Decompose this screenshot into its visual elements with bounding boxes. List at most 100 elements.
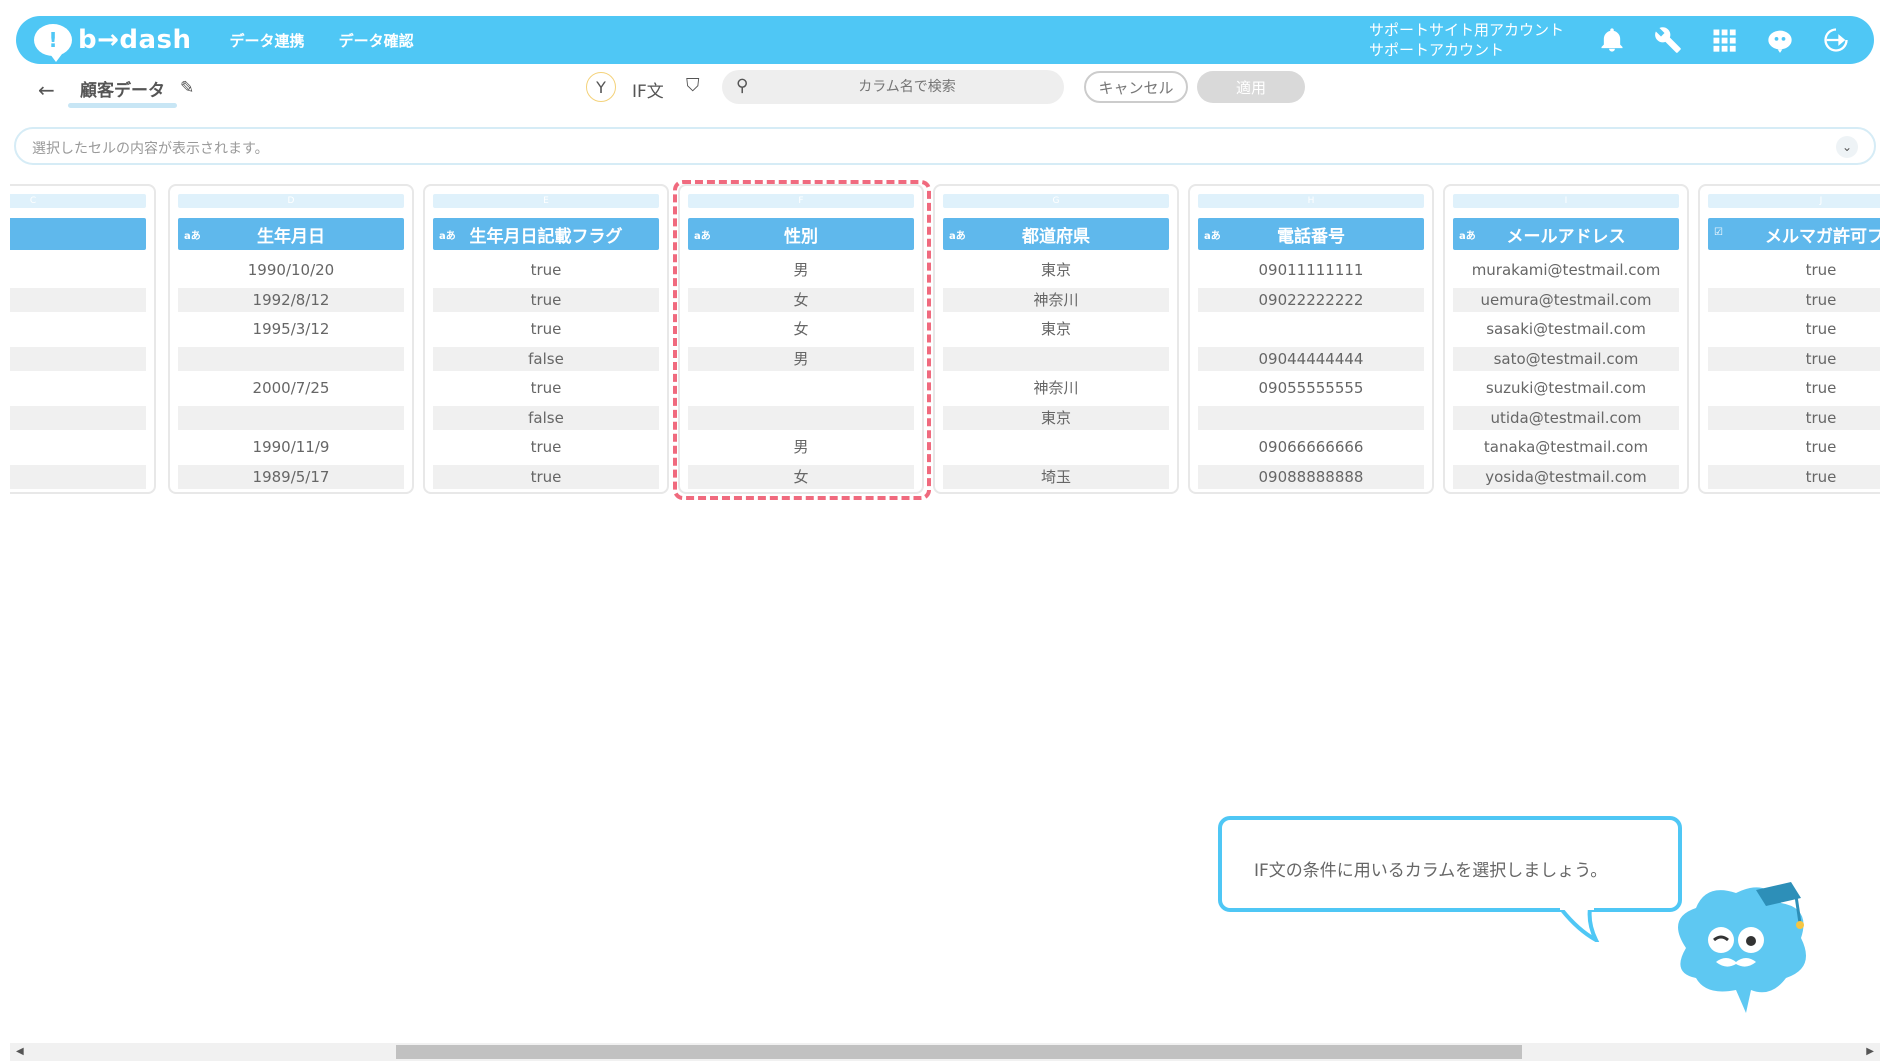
column-header-label: メールアドレス <box>1506 226 1626 247</box>
table-cell[interactable] <box>943 346 1169 371</box>
table-cell[interactable]: utida@testmail.com <box>1453 405 1679 430</box>
table-cell[interactable]: 東京 <box>943 405 1169 430</box>
table-cell[interactable] <box>1198 317 1424 341</box>
table-cell[interactable]: true <box>10 258 146 282</box>
beginner-mark-icon[interactable]: ⛉ <box>686 75 700 96</box>
table-cell[interactable]: 1995/3/12 <box>178 317 404 341</box>
table-cell[interactable]: true <box>10 435 146 459</box>
table-cell[interactable]: suzuki@testmail.com <box>1453 376 1679 400</box>
table-cell[interactable]: 09055555555 <box>1198 376 1424 400</box>
wrench-icon[interactable] <box>1650 22 1686 58</box>
table-cell[interactable]: 埼玉 <box>943 464 1169 489</box>
account-info[interactable]: サポートサイト用アカウント サポートアカウント <box>1369 20 1564 60</box>
scroll-left-icon[interactable]: ◀ <box>16 1046 24 1057</box>
chevron-down-icon[interactable]: ⌄ <box>1836 136 1858 158</box>
table-cell[interactable]: 東京 <box>943 258 1169 282</box>
table-cell[interactable]: true <box>433 376 659 400</box>
column-g[interactable]: Gaあ 都道府県 東京 神奈川 東京 神奈川 東京 埼玉 <box>933 184 1179 494</box>
column-header[interactable]: aあ 都道府県 <box>943 218 1169 250</box>
table-cell[interactable]: yosida@testmail.com <box>1453 464 1679 489</box>
table-cell[interactable]: 神奈川 <box>943 287 1169 312</box>
column-header[interactable]: aあ 電話番号 <box>1198 218 1424 250</box>
data-grid: C 登録フラグ true true true true true true true true Da… <box>10 184 1880 494</box>
table-cell[interactable] <box>1198 405 1424 430</box>
guide-tooltip: IF文の条件に用いるカラムを選択しましょう。 <box>1218 816 1682 912</box>
horizontal-scrollbar[interactable]: ◀ ▶ <box>10 1043 1880 1061</box>
table-cell[interactable]: true <box>1708 346 1880 371</box>
column-h[interactable]: Haあ 電話番号 09011111111 09022222222 09044444444… <box>1188 184 1434 494</box>
table-cell[interactable]: false <box>433 405 659 430</box>
table-cell[interactable]: sasaki@testmail.com <box>1453 317 1679 341</box>
table-cell[interactable]: true <box>433 317 659 341</box>
column-header[interactable]: aあ 生年月日記載フラグ <box>433 218 659 250</box>
table-cell[interactable]: true <box>1708 317 1880 341</box>
table-cell[interactable]: 09044444444 <box>1198 346 1424 371</box>
column-header[interactable]: 登録フラグ <box>10 218 146 250</box>
column-c[interactable]: C 登録フラグ true true true true true true true true <box>10 184 156 494</box>
page: ! b→dash データ連携 データ確認 サポートサイト用アカウント サポートア… <box>0 0 1890 1063</box>
table-cell[interactable]: true <box>433 464 659 489</box>
table-cell[interactable]: true <box>1708 435 1880 459</box>
table-cell[interactable]: false <box>433 346 659 371</box>
apps-grid-icon[interactable] <box>1706 22 1742 58</box>
table-cell[interactable]: 1992/8/12 <box>178 287 404 312</box>
nav-link-data-check[interactable]: データ確認 <box>339 30 414 51</box>
table-cell[interactable]: 09066666666 <box>1198 435 1424 459</box>
table-cell[interactable]: true <box>1708 376 1880 400</box>
table-cell[interactable]: true <box>1708 258 1880 282</box>
table-cell[interactable]: 09011111111 <box>1198 258 1424 282</box>
table-cell[interactable]: 09088888888 <box>1198 464 1424 489</box>
nav-link-data-integration[interactable]: データ連携 <box>230 30 305 51</box>
cell-content-bar[interactable]: 選択したセルの内容が表示されます。 ⌄ <box>14 127 1876 165</box>
support-mascot-icon[interactable] <box>1762 22 1798 58</box>
logout-icon[interactable] <box>1818 22 1854 58</box>
bell-icon[interactable] <box>1594 22 1630 58</box>
table-cell[interactable]: true <box>433 435 659 459</box>
apply-button[interactable]: 適用 <box>1197 71 1305 103</box>
table-cell[interactable]: true <box>1708 464 1880 489</box>
column-search[interactable]: ⚲ <box>722 70 1064 104</box>
table-cell[interactable]: 東京 <box>943 317 1169 341</box>
column-j[interactable]: J ☑ メルマガ許可フラ true true true true true true true tr… <box>1698 184 1880 494</box>
table-cell[interactable]: 2000/7/25 <box>178 376 404 400</box>
column-letter: I <box>1453 194 1679 208</box>
guide-tooltip-text: IF文の条件に用いるカラムを選択しましょう。 <box>1254 861 1608 881</box>
table-cell[interactable]: 1989/5/17 <box>178 464 404 489</box>
table-cell[interactable]: true <box>433 287 659 312</box>
table-cell[interactable]: 1990/11/9 <box>178 435 404 459</box>
table-cell[interactable] <box>178 405 404 430</box>
column-letter: E <box>433 194 659 208</box>
table-cell[interactable]: true <box>1708 287 1880 312</box>
scroll-right-icon[interactable]: ▶ <box>1866 1046 1874 1057</box>
column-i[interactable]: Iaあ メールアドレス murakami@testmail.com uemura@te… <box>1443 184 1689 494</box>
table-cell[interactable] <box>178 346 404 371</box>
account-site-name: サポートサイト用アカウント <box>1368 21 1564 39</box>
table-cell[interactable]: 神奈川 <box>943 376 1169 400</box>
column-d[interactable]: Daあ 生年月日 1990/10/20 1992/8/12 1995/3/12 2000/… <box>168 184 414 494</box>
table-cell[interactable]: true <box>10 346 146 371</box>
table-cell[interactable]: murakami@testmail.com <box>1453 258 1679 282</box>
back-arrow-icon[interactable]: ← <box>38 78 55 102</box>
table-cell[interactable]: tanaka@testmail.com <box>1453 435 1679 459</box>
table-cell[interactable]: true <box>433 258 659 282</box>
table-cell[interactable]: 09022222222 <box>1198 287 1424 312</box>
table-cell[interactable]: true <box>10 464 146 489</box>
column-header[interactable]: ☑ メルマガ許可フラ <box>1708 218 1880 250</box>
table-cell[interactable]: true <box>10 287 146 312</box>
scrollbar-thumb[interactable] <box>396 1045 1522 1059</box>
column-e[interactable]: Eaあ 生年月日記載フラグ true true true false true false tr… <box>423 184 669 494</box>
table-cell[interactable]: true <box>10 317 146 341</box>
table-cell[interactable]: uemura@testmail.com <box>1453 287 1679 312</box>
table-cell[interactable]: sato@testmail.com <box>1453 346 1679 371</box>
column-header[interactable]: aあ メールアドレス <box>1453 218 1679 250</box>
cancel-button[interactable]: キャンセル <box>1084 71 1188 103</box>
pencil-icon[interactable]: ✎ <box>180 78 194 98</box>
table-cell[interactable]: true <box>10 376 146 400</box>
table-cell[interactable] <box>943 435 1169 459</box>
column-header[interactable]: aあ 生年月日 <box>178 218 404 250</box>
logo[interactable]: ! b→dash <box>34 24 192 62</box>
table-cell[interactable]: true <box>10 405 146 430</box>
table-cell[interactable]: true <box>1708 405 1880 430</box>
table-cell[interactable]: 1990/10/20 <box>178 258 404 282</box>
column-search-input[interactable] <box>762 70 1052 104</box>
